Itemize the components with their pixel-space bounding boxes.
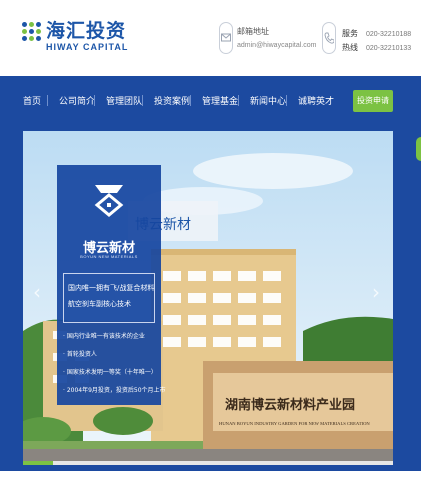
logo-name-cn: 海汇投资	[46, 20, 127, 42]
hotline-label: 热线	[342, 43, 358, 52]
card-box-line: 航空刹车副核心技术	[68, 300, 131, 308]
nav-divider	[142, 95, 143, 106]
nav-item-team[interactable]: 管理团队	[106, 94, 142, 107]
case-card: 博云新材 BOYUN NEW MATERIALS 国内唯一拥有飞/战复合材料 航…	[57, 165, 166, 405]
nav-divider	[190, 95, 191, 106]
nav-item-about[interactable]: 公司简介	[59, 94, 95, 107]
email-address[interactable]: admin@hiwaycapital.com	[237, 42, 316, 49]
boyun-logo-icon	[93, 183, 125, 217]
nav-item-funds[interactable]: 管理基金	[202, 94, 238, 107]
nav-divider	[94, 95, 95, 106]
logo[interactable]: 海汇投资 HIWAY CAPITAL	[22, 14, 132, 58]
logo-mark-icon	[22, 22, 42, 42]
card-point: · 2004年9月投资，投资后50个月上市	[63, 387, 166, 394]
logo-name-en: HIWAY CAPITAL	[46, 42, 129, 52]
mail-icon	[219, 22, 233, 54]
service-label: 服务	[342, 29, 358, 38]
card-brand-en: BOYUN NEW MATERIALS	[80, 254, 138, 259]
contact-phone: 服务 020-32210188 热线 020-32210133	[322, 22, 417, 58]
email-label: 邮箱地址	[237, 27, 269, 36]
gate-sign-cn: 湖南博云新材料产业园	[225, 397, 355, 413]
chevron-right-icon[interactable]: ›	[372, 280, 380, 304]
card-highlight-box: 国内唯一拥有飞/战复合材料 航空刹车副核心技术	[63, 273, 155, 323]
contact-email: 邮箱地址 admin@hiwaycapital.com	[219, 22, 316, 58]
nav-item-home[interactable]: 首页	[23, 94, 41, 107]
nav-item-careers[interactable]: 诚聘英才	[298, 94, 334, 107]
slide-progress-fill	[23, 461, 53, 465]
service-phone: 020-32210188	[366, 31, 412, 38]
hotline-row: 热线 020-32210133	[342, 42, 411, 53]
slide-progress	[23, 461, 393, 465]
card-box-line: 国内唯一拥有飞/战复合材料	[68, 284, 155, 292]
chevron-left-icon[interactable]: ‹	[33, 280, 41, 304]
nav-item-news[interactable]: 新闻中心	[250, 94, 286, 107]
service-row: 服务 020-32210188	[342, 28, 411, 39]
phone-icon	[322, 22, 336, 54]
side-tab-handle[interactable]	[416, 137, 421, 161]
gate-sign-en: HUNAN BOYUN INDUSTRY GARDEN FOR NEW MATE…	[219, 421, 370, 426]
card-point: · 国家技术发明一等奖（十年唯一）	[63, 369, 157, 376]
nav-divider	[286, 95, 287, 106]
nav-divider	[238, 95, 239, 106]
invest-apply-button[interactable]: 投资申请	[353, 90, 393, 112]
hotline-phone: 020-32210133	[366, 45, 412, 52]
nav-divider	[47, 95, 48, 106]
header: 海汇投资 HIWAY CAPITAL 邮箱地址 admin@hiwaycapit…	[0, 0, 421, 76]
card-point: · 首轮投资人	[63, 351, 97, 358]
nav-item-cases[interactable]: 投资案例	[154, 94, 190, 107]
banner-slide[interactable]: 博云新材 湖南博云新材料产业园 HUNAN BOYUN INDUSTRY GAR…	[23, 131, 393, 461]
page: 海汇投资 HIWAY CAPITAL 邮箱地址 admin@hiwaycapit…	[0, 0, 421, 479]
card-point: · 国内行业唯一有该技术的企业	[63, 333, 145, 340]
